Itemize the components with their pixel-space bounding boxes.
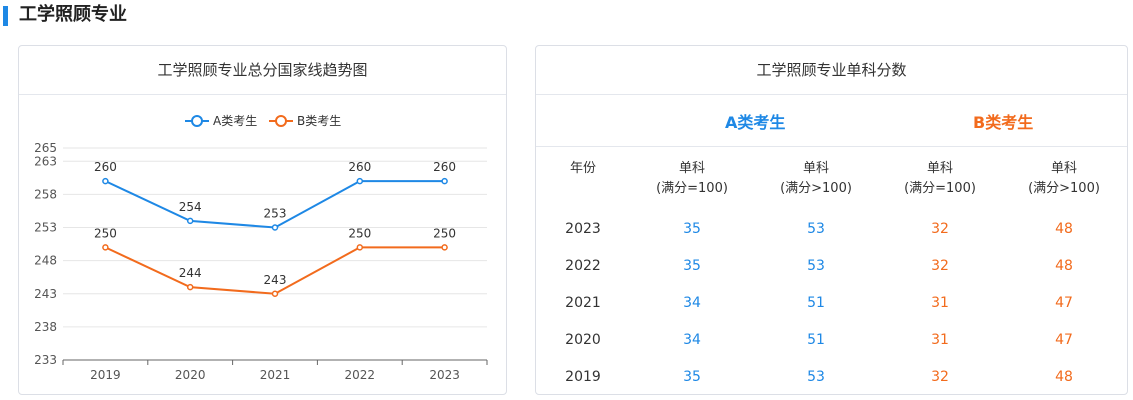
group-a-label: A类考生 xyxy=(725,113,786,132)
header-a1-line1: 单科 xyxy=(678,161,705,176)
data-label: 260 xyxy=(433,160,456,174)
table-row: 2020 34 51 31 47 xyxy=(536,330,1127,350)
data-label: 260 xyxy=(348,160,371,174)
table-row: 2022 35 53 32 48 xyxy=(536,256,1127,276)
y-tick-label: 265 xyxy=(34,141,57,155)
cell-b2: 48 xyxy=(1055,369,1073,385)
legend-marker xyxy=(191,115,203,127)
header-year: 年份 xyxy=(536,159,630,179)
cell-b2: 47 xyxy=(1055,332,1073,348)
cell-b1: 32 xyxy=(931,369,949,385)
cell-b2: 48 xyxy=(1055,221,1073,237)
legend-label: A类考生 xyxy=(213,114,257,128)
group-b-label: B类考生 xyxy=(973,113,1034,132)
cell-a1: 35 xyxy=(683,369,701,385)
chart-card: 工学照顾专业总分国家线趋势图 233 238 243 248 253 258 263 265 2… xyxy=(18,45,507,395)
y-tick-label: 248 xyxy=(34,254,57,268)
cell-a2: 51 xyxy=(807,295,825,311)
table-row: 2019 35 53 32 48 xyxy=(536,367,1127,387)
data-label: 250 xyxy=(348,226,371,240)
table-card: 工学照顾专业单科分数 A类考生 B类考生 年份 单科 (满分=100) 单科 (… xyxy=(535,45,1128,395)
data-label: 243 xyxy=(264,273,287,287)
y-tick-label: 263 xyxy=(34,154,57,168)
data-point xyxy=(102,244,109,251)
data-label: 250 xyxy=(433,226,456,240)
cell-a2: 53 xyxy=(807,221,825,237)
y-tick-label: 238 xyxy=(34,320,57,334)
data-point xyxy=(186,283,194,291)
cell-b1: 32 xyxy=(931,221,949,237)
cell-a1: 35 xyxy=(683,258,701,274)
cell-year: 2021 xyxy=(565,295,601,311)
data-label: 260 xyxy=(94,160,117,174)
data-point xyxy=(186,217,194,225)
cell-b1: 31 xyxy=(931,295,949,311)
data-point xyxy=(102,177,109,185)
cell-a2: 53 xyxy=(807,258,825,274)
header-a2-line2: (满分>100) xyxy=(780,181,852,196)
header-a1-line2: (满分=100) xyxy=(656,181,728,196)
header-year-label: 年份 xyxy=(569,161,596,176)
data-point xyxy=(356,177,364,185)
y-tick-label: 233 xyxy=(34,353,57,367)
header-b2-line2: (满分>100) xyxy=(1028,181,1100,196)
header-b-single-100: 单科 (满分=100) xyxy=(878,159,1002,199)
header-a2-line1: 单科 xyxy=(802,161,829,176)
x-tick-label: 2021 xyxy=(260,368,291,382)
cell-a2: 53 xyxy=(807,369,825,385)
cell-year: 2022 xyxy=(565,258,601,274)
header-a-single-100: 单科 (满分=100) xyxy=(630,159,754,199)
cell-year: 2020 xyxy=(565,332,601,348)
y-tick-label: 243 xyxy=(34,287,57,301)
legend-marker xyxy=(275,115,287,127)
legend-label: B类考生 xyxy=(297,114,341,128)
cell-b2: 47 xyxy=(1055,295,1073,311)
cell-b1: 31 xyxy=(931,332,949,348)
x-tick-label: 2023 xyxy=(429,368,460,382)
data-label: 250 xyxy=(94,226,117,240)
cell-b1: 32 xyxy=(931,258,949,274)
table-divider xyxy=(536,146,1127,147)
x-tick-label: 2020 xyxy=(175,368,206,382)
y-tick-label: 258 xyxy=(34,187,57,201)
table-card-title: 工学照顾专业单科分数 xyxy=(536,46,1127,95)
data-point xyxy=(271,290,279,297)
cell-year: 2023 xyxy=(565,221,601,237)
cell-a1: 34 xyxy=(683,332,701,348)
series-line xyxy=(104,180,445,229)
table-row: 2021 34 51 31 47 xyxy=(536,293,1127,313)
data-point xyxy=(271,224,279,231)
data-point xyxy=(441,177,448,185)
cell-a2: 51 xyxy=(807,332,825,348)
header-b1-line1: 单科 xyxy=(926,161,953,176)
x-tick-label: 2022 xyxy=(345,368,376,382)
trend-chart: 233 238 243 248 253 258 263265 2019 2020 2021 2022… xyxy=(34,114,488,382)
data-label: 244 xyxy=(179,266,202,280)
header-b1-line2: (满分=100) xyxy=(904,181,976,196)
section-title: 工学照顾专业 xyxy=(19,4,127,25)
header-a-single-over100: 单科 (满分>100) xyxy=(754,159,878,199)
cell-year: 2019 xyxy=(565,369,601,385)
data-label: 253 xyxy=(264,207,287,221)
section-accent-bar xyxy=(3,6,8,26)
header-b-single-over100: 单科 (满分>100) xyxy=(1002,159,1126,199)
cell-b2: 48 xyxy=(1055,258,1073,274)
series-line xyxy=(104,246,445,295)
y-tick-label: 253 xyxy=(34,221,57,235)
chart-card-title: 工学照顾专业总分国家线趋势图 xyxy=(19,46,506,95)
data-point xyxy=(441,244,448,251)
table-row: 2023 35 53 32 48 xyxy=(536,219,1127,239)
data-point xyxy=(356,244,364,251)
cell-a1: 34 xyxy=(683,295,701,311)
cell-a1: 35 xyxy=(683,221,701,237)
x-tick-label: 2019 xyxy=(90,368,121,382)
header-b2-line1: 单科 xyxy=(1050,161,1077,176)
data-label: 254 xyxy=(179,200,202,214)
group-header-row: A类考生 B类考生 xyxy=(536,96,1127,146)
